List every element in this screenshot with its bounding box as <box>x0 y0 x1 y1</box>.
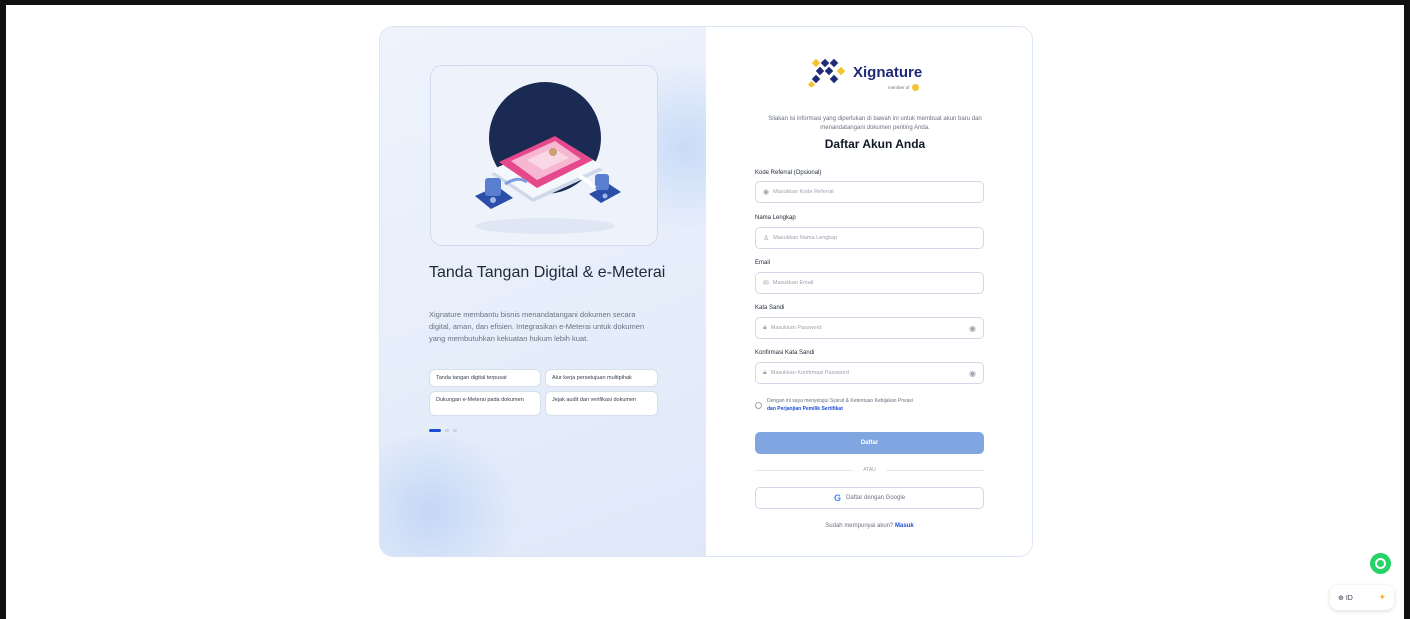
settings-widget[interactable]: ⊕ ID ✦ <box>1330 585 1394 610</box>
form-intro: Silakan isi informasi yang diperlukan di… <box>768 116 982 131</box>
login-prompt: Sudah mempunyai akun? <box>825 523 894 529</box>
whatsapp-chat-button[interactable] <box>1370 553 1391 574</box>
register-button[interactable]: Daftar <box>755 432 984 454</box>
hero-panel: Tanda Tangan Digital & e-Meterai Xignatu… <box>380 27 706 556</box>
feature-chip: Alur kerja persetujuan multipihak <box>545 369 658 387</box>
consent-checkbox[interactable] <box>755 402 762 409</box>
or-divider: ATAU <box>755 467 984 473</box>
confirm-password-placeholder: Masukkan Konfirmasi Password <box>770 370 849 376</box>
form-panel: Xignature member of Silakan isi informas… <box>706 27 1032 556</box>
mail-icon: ✉ <box>763 280 769 287</box>
referral-label: Kode Referral (Opsional) <box>755 170 822 176</box>
referral-placeholder: Masukkan Kode Referral <box>773 189 834 195</box>
consent-text: Dengan ini saya menyetujui Syarat & Kete… <box>767 397 977 413</box>
parent-brand-icon <box>911 84 919 91</box>
lock-icon: 🔒︎ <box>763 369 767 376</box>
feature-chip: Tanda tangan digital terpusat <box>429 369 541 387</box>
hero-title: Tanda Tangan Digital & e-Meterai <box>429 264 666 281</box>
password-placeholder: Masukkan Password <box>770 325 822 331</box>
hero-illustration <box>430 65 658 246</box>
xignature-logo-icon <box>807 58 846 87</box>
consent-agreement-link[interactable]: dan Perjanjian Pemilik Sertifikat <box>767 406 843 412</box>
brand-logo: Xignature <box>807 57 922 87</box>
lock-icon: 🔒︎ <box>763 324 767 331</box>
whatsapp-icon <box>1375 558 1386 569</box>
google-button-label: Daftar dengan Google <box>845 495 906 501</box>
carousel-dots[interactable] <box>429 429 457 432</box>
google-icon: G <box>833 493 841 503</box>
register-card: Tanda Tangan Digital & e-Meterai Xignatu… <box>379 26 1033 557</box>
eye-icon[interactable]: ◉ <box>969 324 976 333</box>
password-input[interactable]: 🔒︎ Masukkan Password ◉ <box>755 317 984 339</box>
feature-chip: Jejak audit dan verifikasi dokumen <box>545 391 658 416</box>
consent-statement: Dengan ini saya menyetujui Syarat & Kete… <box>767 398 913 404</box>
login-prompt-line: Sudah mempunyai akun? Masuk <box>755 523 984 529</box>
signing-illustration-icon <box>475 82 621 234</box>
carousel-dot[interactable] <box>429 429 441 432</box>
referral-icon: ◉ <box>763 189 770 196</box>
name-placeholder: Masukkan Nama Lengkap <box>773 235 838 241</box>
or-label: ATAU <box>863 467 876 473</box>
theme-sun-icon[interactable]: ✦ <box>1378 592 1386 603</box>
carousel-dot[interactable] <box>445 429 449 432</box>
hero-description: Xignature membantu bisnis menandatangani… <box>429 310 645 343</box>
form-title: Daftar Akun Anda <box>824 137 926 151</box>
user-icon: ♙ <box>763 235 770 242</box>
email-label: Email <box>755 260 771 266</box>
email-placeholder: Masukkan Email <box>772 280 814 286</box>
decor-blob <box>380 436 530 556</box>
language-selector[interactable]: ⊕ ID <box>1338 594 1353 602</box>
password-label: Kata Sandi <box>755 305 785 311</box>
carousel-dot[interactable] <box>453 429 457 432</box>
language-label: ID <box>1345 594 1353 602</box>
member-of-label: member of <box>888 85 910 90</box>
referral-input[interactable]: ◉ Masukkan Kode Referral <box>755 181 984 203</box>
login-link[interactable]: Masuk <box>895 523 914 529</box>
brand-name: Xignature <box>853 63 923 81</box>
eye-icon[interactable]: ◉ <box>969 369 976 378</box>
email-input[interactable]: ✉ Masukkan Email <box>755 272 984 294</box>
brand-member-of: member of <box>888 84 919 91</box>
name-input[interactable]: ♙ Masukkan Nama Lengkap <box>755 227 984 249</box>
name-label: Nama Lengkap <box>755 215 796 221</box>
feature-chip: Dukungan e-Meterai pada dokumen <box>429 391 541 416</box>
confirm-password-input[interactable]: 🔒︎ Masukkan Konfirmasi Password ◉ <box>755 362 984 384</box>
google-register-button[interactable]: G Daftar dengan Google <box>755 487 984 509</box>
confirm-password-label: Konfirmasi Kata Sandi <box>755 350 815 356</box>
